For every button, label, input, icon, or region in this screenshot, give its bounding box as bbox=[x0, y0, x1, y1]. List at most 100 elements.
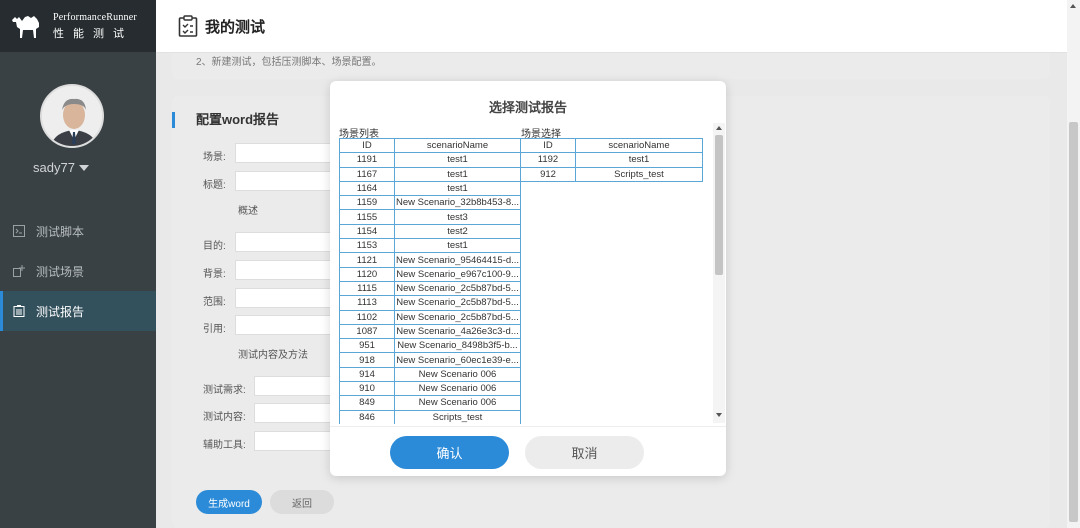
username: sady77 bbox=[33, 160, 75, 175]
column-header-name: scenarioName bbox=[575, 137, 703, 154]
scenario-id-cell: 1102 bbox=[339, 309, 395, 325]
dialog-title: 选择测试报告 bbox=[488, 100, 567, 115]
scenario-name-cell: New Scenario_e967c100-9... bbox=[394, 266, 521, 282]
scenario-id-cell: 1113 bbox=[339, 295, 395, 311]
back-button[interactable]: 返回 bbox=[270, 490, 334, 514]
table-row[interactable]: 1102 New Scenario_2c5b87bd-5... bbox=[339, 309, 521, 325]
scenario-name-cell: New Scenario_4a26e3c3-d... bbox=[394, 323, 521, 340]
scenario-id-cell: 849 bbox=[339, 395, 395, 411]
confirm-button[interactable]: 确认 bbox=[390, 436, 509, 469]
table-row[interactable]: 1113 New Scenario_2c5b87bd-5... bbox=[339, 295, 521, 311]
scenario-name-cell: New Scenario_2c5b87bd-5... bbox=[394, 309, 521, 325]
title-label: 标题: bbox=[203, 180, 226, 191]
table-row[interactable]: 912 Scripts_test bbox=[520, 166, 703, 182]
sidebar: PerformanceRunner 性能测试 sady77 测试脚本 测试场景 … bbox=[0, 0, 156, 528]
background-label: 背景: bbox=[203, 269, 226, 280]
scenario-selected-table: ID scenarioName 1192 test1 912 Scripts_test bbox=[520, 137, 703, 182]
scroll-up-arrow-icon[interactable] bbox=[716, 126, 722, 130]
scroll-up-arrow-icon[interactable] bbox=[1070, 4, 1076, 8]
table-row[interactable]: 1191 test1 bbox=[339, 152, 521, 168]
scenario-id-cell: 846 bbox=[339, 409, 395, 424]
sidebar-item-scenes[interactable]: 测试场景 bbox=[0, 251, 156, 291]
table-row[interactable]: 1155 test3 bbox=[339, 209, 521, 225]
table-row[interactable]: 1087 New Scenario_4a26e3c3-d... bbox=[339, 323, 521, 340]
cancel-button[interactable]: 取消 bbox=[525, 436, 644, 469]
scene-label: 场景: bbox=[203, 152, 226, 163]
table-row[interactable]: 1121 New Scenario_95464415-d... bbox=[339, 252, 521, 268]
scope-label: 范围: bbox=[203, 297, 226, 308]
scenario-id-cell: 1191 bbox=[339, 152, 395, 168]
table-row[interactable]: 910 New Scenario 006 bbox=[339, 381, 521, 397]
purpose-input[interactable] bbox=[235, 232, 345, 252]
scenario-name-cell: test1 bbox=[394, 180, 521, 197]
brand-en: PerformanceRunner bbox=[53, 11, 137, 23]
scroll-thumb[interactable] bbox=[715, 135, 723, 275]
sidebar-item-label: 测试脚本 bbox=[36, 224, 85, 239]
scroll-thumb[interactable] bbox=[1069, 122, 1078, 522]
scenario-id-cell: 1120 bbox=[339, 266, 395, 282]
table-row[interactable]: 1154 test2 bbox=[339, 223, 521, 240]
info-panel: 2、新建测试，包括压测脚本、场景配置。 bbox=[172, 53, 1050, 79]
background-input[interactable] bbox=[235, 260, 345, 280]
scenario-id-cell: 1164 bbox=[339, 180, 395, 197]
reference-input[interactable] bbox=[235, 315, 345, 335]
table-row[interactable]: 849 New Scenario 006 bbox=[339, 395, 521, 411]
scenario-id-cell: 910 bbox=[339, 381, 395, 397]
page-header: 我的测试 bbox=[156, 0, 1067, 53]
dialog-scrollbar[interactable] bbox=[713, 123, 725, 423]
sidebar-item-scripts[interactable]: 测试脚本 bbox=[0, 211, 156, 251]
scenario-name-cell: New Scenario 006 bbox=[394, 366, 521, 383]
scenario-name-cell: test3 bbox=[394, 209, 521, 225]
requirement-label: 测试需求: bbox=[203, 385, 246, 396]
sidebar-item-label: 测试报告 bbox=[36, 304, 85, 319]
column-header-name: scenarioName bbox=[394, 137, 521, 154]
scene-input[interactable] bbox=[235, 143, 345, 163]
select-report-dialog: 选择测试报告 场景列表 场景选择 ID scenarioName 1191 tes… bbox=[330, 81, 726, 476]
scene-icon bbox=[13, 265, 25, 277]
content-label: 测试内容: bbox=[203, 412, 246, 423]
scenario-name-cell: New Scenario_95464415-d... bbox=[394, 252, 521, 268]
table-row[interactable]: 1159 New Scenario_32b8b453-8... bbox=[339, 195, 521, 211]
generate-word-button[interactable]: 生成word bbox=[196, 490, 262, 514]
column-header-id: ID bbox=[339, 137, 395, 154]
scenario-id-cell: 914 bbox=[339, 366, 395, 383]
scenario-id-cell: 1087 bbox=[339, 323, 395, 340]
table-row[interactable]: 1164 test1 bbox=[339, 180, 521, 197]
avatar[interactable] bbox=[40, 84, 104, 148]
user-menu[interactable]: sady77 bbox=[33, 160, 89, 175]
tools-label: 辅助工具: bbox=[203, 440, 246, 451]
table-row[interactable]: 1120 New Scenario_e967c100-9... bbox=[339, 266, 521, 282]
table-row[interactable]: 1153 test1 bbox=[339, 238, 521, 254]
camel-logo-icon bbox=[12, 16, 39, 38]
script-icon bbox=[13, 225, 25, 237]
sidebar-item-reports[interactable]: 测试报告 bbox=[0, 291, 156, 331]
dialog-body: 场景列表 场景选择 ID scenarioName 1191 test1 1167 t… bbox=[338, 123, 725, 424]
scenario-id-cell: 1153 bbox=[339, 238, 395, 254]
scenario-name-cell: Scripts_test bbox=[575, 166, 703, 182]
scenario-name-cell: New Scenario_32b8b453-8... bbox=[394, 195, 521, 211]
scroll-down-arrow-icon[interactable] bbox=[716, 413, 722, 417]
title-input[interactable] bbox=[235, 171, 345, 191]
scenario-name-cell: test1 bbox=[394, 238, 521, 254]
scenario-list-table: ID scenarioName 1191 test1 1167 test1 1164 te… bbox=[339, 137, 521, 424]
table-header-row: ID scenarioName bbox=[520, 137, 703, 154]
table-row[interactable]: 914 New Scenario 006 bbox=[339, 366, 521, 383]
scenario-name-cell: New Scenario_60ec1e39-e... bbox=[394, 352, 521, 368]
table-row[interactable]: 846 Scripts_test bbox=[339, 409, 521, 424]
overview-heading: 概述 bbox=[238, 206, 258, 217]
scenario-id-cell: 951 bbox=[339, 338, 395, 354]
scenario-id-cell: 912 bbox=[520, 166, 576, 182]
page-scrollbar[interactable] bbox=[1067, 0, 1080, 528]
table-row[interactable]: 951 New Scenario_8498b3f5-b... bbox=[339, 338, 521, 354]
table-row[interactable]: 1115 New Scenario_2c5b87bd-5... bbox=[339, 280, 521, 297]
clipboard-check-icon bbox=[178, 15, 198, 37]
table-row[interactable]: 1167 test1 bbox=[339, 166, 521, 182]
chevron-down-icon bbox=[78, 164, 89, 171]
scope-input[interactable] bbox=[235, 288, 345, 308]
logo: PerformanceRunner 性能测试 bbox=[0, 0, 156, 52]
form-title: 配置word报告 bbox=[172, 112, 279, 128]
sidebar-item-label: 测试场景 bbox=[36, 264, 85, 279]
table-row[interactable]: 918 New Scenario_60ec1e39-e... bbox=[339, 352, 521, 368]
purpose-label: 目的: bbox=[203, 241, 226, 252]
table-row[interactable]: 1192 test1 bbox=[520, 152, 703, 168]
